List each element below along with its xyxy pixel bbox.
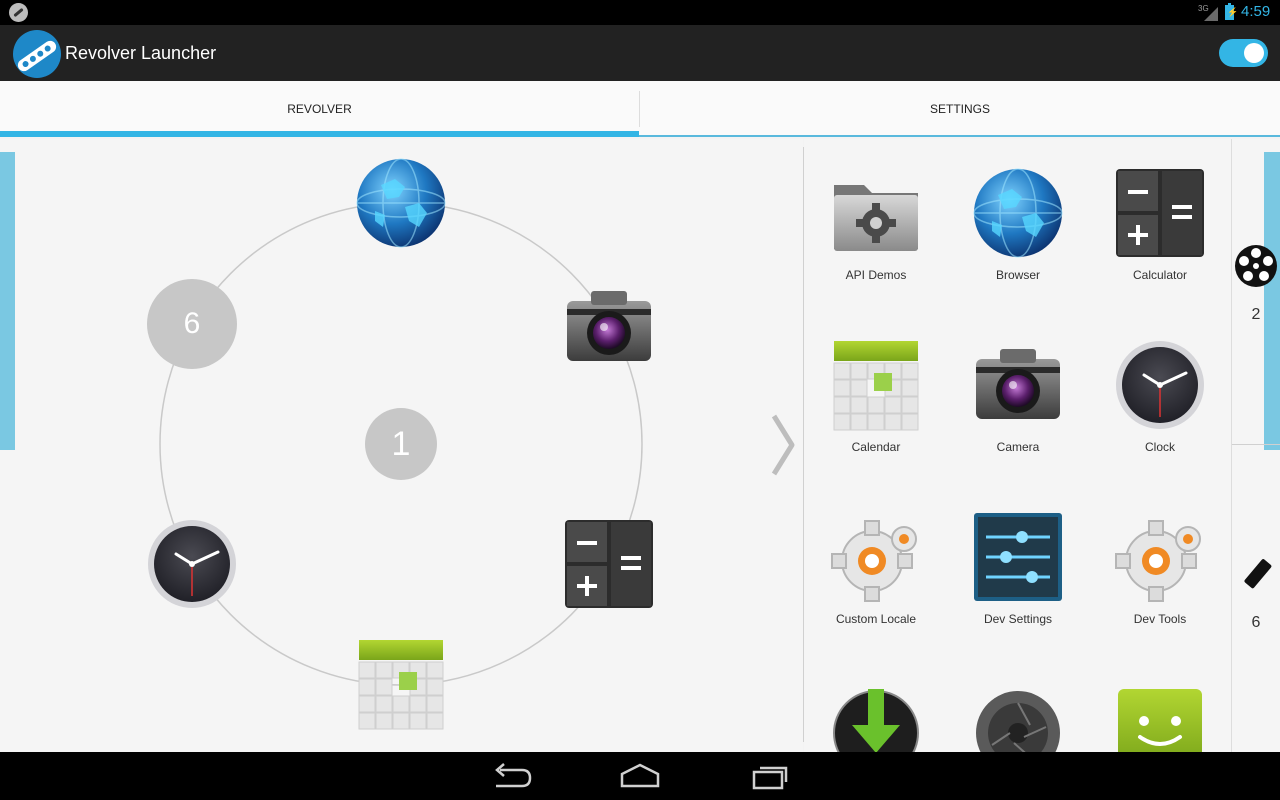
revolver-cylinder-icon[interactable] — [1234, 244, 1278, 288]
app-downloads[interactable] — [805, 655, 947, 752]
rail-count-1: 2 — [1251, 306, 1261, 323]
app-dev-tools[interactable]: Dev Tools — [1089, 483, 1231, 655]
revolver-slot-calendar-icon[interactable] — [353, 636, 449, 732]
tab-bar: REVOLVER SETTINGS — [0, 81, 1280, 137]
app-label: Camera — [996, 440, 1040, 454]
app-api-demos[interactable]: API Demos — [805, 139, 947, 311]
status-bar: 3G ⚡ 4:59 — [0, 0, 1280, 25]
app-label: Custom Locale — [835, 612, 917, 626]
status-time: 4:59 — [1241, 3, 1271, 20]
app-label: Browser — [995, 268, 1040, 282]
calendar-icon — [828, 337, 924, 433]
action-bar: Revolver Launcher — [0, 25, 1280, 81]
battery-icon: ⚡ — [1225, 3, 1238, 20]
home-icon[interactable] — [610, 760, 670, 792]
tab-settings[interactable]: SETTINGS — [640, 81, 1280, 137]
center-number-badge: 1 — [365, 408, 437, 480]
rail-separator — [1232, 444, 1280, 445]
app-camera[interactable]: Camera — [947, 311, 1089, 483]
rail-selected-indicator — [1264, 152, 1280, 450]
toggle-knob — [1244, 43, 1264, 63]
rail-count-2: 6 — [1251, 614, 1261, 631]
app-clock[interactable]: Clock — [1089, 311, 1231, 483]
revolver-slot-camera-icon[interactable] — [561, 279, 657, 375]
bullet-icon[interactable] — [1236, 556, 1276, 596]
app-label: Calendar — [851, 440, 901, 454]
orange-gear-icon — [828, 509, 924, 605]
app-calendar[interactable]: Calendar — [805, 311, 947, 483]
revolver-app-icon[interactable] — [13, 30, 61, 78]
messaging-icon — [1112, 681, 1208, 752]
app-label: Calculator — [1132, 268, 1188, 282]
slot-number: 6 — [183, 307, 201, 340]
download-icon — [828, 681, 924, 752]
app-drawer-grid: API Demos Browser Calculator Calendar Ca… — [804, 139, 1231, 752]
network-signal-icon: 3G — [1198, 4, 1218, 21]
globe-icon — [970, 165, 1066, 261]
tab-revolver[interactable]: REVOLVER — [0, 81, 639, 137]
chevron-right-icon[interactable] — [768, 410, 798, 480]
navigation-bar — [0, 752, 1280, 800]
signal-bars — [1204, 7, 1218, 21]
center-number: 1 — [391, 425, 411, 463]
shutter-icon — [970, 681, 1066, 752]
app-custom-locale[interactable]: Custom Locale — [805, 483, 947, 655]
tab-revolver-label: REVOLVER — [287, 102, 352, 116]
enable-toggle[interactable] — [1219, 39, 1268, 67]
empty-slot-badge[interactable]: 6 — [147, 279, 237, 369]
app-label: Dev Settings — [983, 612, 1053, 626]
app-camera-shutter[interactable] — [947, 655, 1089, 752]
back-icon[interactable] — [482, 760, 542, 792]
app-calculator[interactable]: Calculator — [1089, 139, 1231, 311]
revolver-slot-calculator-icon[interactable] — [561, 516, 657, 612]
app-browser[interactable]: Browser — [947, 139, 1089, 311]
calculator-icon — [1112, 165, 1208, 261]
app-label: API Demos — [845, 268, 907, 282]
camera-icon — [970, 337, 1066, 433]
tab-settings-label: SETTINGS — [929, 102, 990, 116]
app-label: Clock — [1144, 440, 1175, 454]
revolver-slot-clock-icon[interactable] — [144, 516, 240, 612]
tab-selected-indicator — [0, 131, 639, 137]
sliders-icon — [970, 509, 1066, 605]
app-title: Revolver Launcher — [65, 43, 217, 63]
folder-gear-icon — [828, 165, 924, 261]
revolver-notification-icon — [9, 3, 28, 22]
clock-icon — [1112, 337, 1208, 433]
app-messaging[interactable] — [1089, 655, 1231, 752]
recent-apps-icon[interactable] — [740, 760, 800, 792]
revolver-slot-browser-icon[interactable] — [353, 155, 449, 251]
app-label: Dev Tools — [1133, 612, 1187, 626]
app-dev-settings[interactable]: Dev Settings — [947, 483, 1089, 655]
orange-gear-icon — [1112, 509, 1208, 605]
